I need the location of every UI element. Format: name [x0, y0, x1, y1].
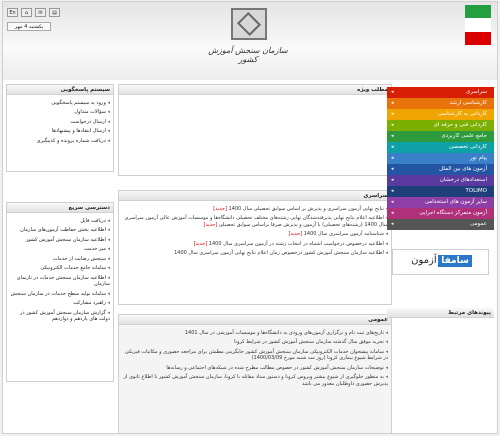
exam-menu-item[interactable]: کارشناسی ارشد [387, 98, 494, 109]
news-text: اطلاعیه درخصوص درخواست اشتباه در انتخاب … [208, 240, 384, 247]
quick-access-panel: دسترسی سریع دریافت فایلاطلاعیه بخش حفاظت… [6, 202, 114, 382]
exam-menu-item[interactable]: آزمون های بین الملل [387, 164, 494, 175]
system-item[interactable]: دریافت شماره پرونده و کدپیگیری [10, 136, 110, 146]
news-text: شناسنامه آزمون سراسری سال 1400 [303, 231, 384, 237]
news-text: اطلاعیه سازمان سنجش آموزش کشور درخصوص زم… [174, 250, 384, 256]
related-links-panel: پیوندهای مرتبط [387, 308, 494, 318]
system-item[interactable]: ورود به سیستم پاسخگویی [10, 98, 110, 108]
news-item[interactable]: شناسنامه آزمون سراسری سال 1400 [جدید] [122, 230, 388, 240]
iran-flag-icon [465, 5, 491, 45]
exam-menu: سراسریکارشناسی ارشدکاردانی به کارشناسیکا… [387, 87, 494, 230]
system-item[interactable]: ارسال درخواست [10, 117, 110, 127]
general-news-list: تاریخ‌های ثبت نام و برگزاری آزمون‌های ور… [119, 325, 391, 392]
new-badge: [جدید] [213, 205, 227, 212]
mail-icon[interactable]: ✉ [35, 8, 46, 17]
saamfa-banner[interactable]: آزمون سامفا [392, 249, 489, 275]
page-frame: En ⌂ ✉ ▤ یکشنبه 4 مهر سازمان سنجش آموزش … [2, 1, 498, 434]
exam-menu-item[interactable]: TOLIMO [387, 186, 494, 197]
news-item[interactable]: اطلاعیه سازمان سنجش آموزش کشور درخصوص زم… [122, 249, 388, 259]
exam-menu-item[interactable]: جامع علمی کاربردی [387, 131, 494, 142]
news-text: به منظور جلوگیری از شیوع بیشتر ویروس کرو… [123, 374, 388, 387]
new-badge: [جدید] [288, 231, 303, 237]
news-text: تجربه موفق سال گذشته سازمان سنجش آموزش ک… [234, 339, 384, 345]
featured-panel: مطلب ویژه [118, 84, 392, 176]
header-tools: En ⌂ ✉ ▤ [7, 8, 60, 17]
exam-menu-item[interactable]: سراسری [387, 87, 494, 98]
quick-access-item[interactable]: سنجش رضایت از خدمات [10, 254, 110, 264]
new-badge: [جدید] [193, 240, 208, 247]
news-item[interactable]: سامانه پیشخوان خدمات الکترونیکی سازمان س… [122, 347, 388, 363]
quick-access-item[interactable]: راهبرد مشارکت [10, 299, 110, 309]
exam-menu-item[interactable]: پیام نور [387, 153, 494, 164]
news-item[interactable]: اطلاعیه اعلام نتایج نهایی پذیرفته‌شدگان … [122, 214, 388, 230]
exam-menu-item[interactable]: کاردانی تخصصی [387, 142, 494, 153]
news-text: نتایج نهایی آزمون سراسری و پذیرش بر اساس… [228, 205, 384, 212]
saamfa-logo: سامفا [438, 255, 472, 267]
quick-access-list: دریافت فایلاطلاعیه بخش حفاظت آزمون‌های س… [7, 213, 113, 327]
org-logo[interactable] [231, 8, 267, 40]
site-header: En ⌂ ✉ ▤ یکشنبه 4 مهر سازمان سنجش آموزش … [3, 2, 497, 80]
featured-title: مطلب ویژه [119, 85, 391, 95]
quick-access-item[interactable]: اطلاعیه بخش حفاظت آزمون‌های سازمان [10, 226, 110, 236]
system-list: ورود به سیستم پاسخگوییسؤالات متداولارسال… [7, 95, 113, 149]
exam-menu-item[interactable]: آزمون متمرکز دستگاه اجرایی [387, 208, 494, 219]
news-item[interactable]: اطلاعیه درخصوص درخواست اشتباه در انتخاب … [122, 239, 388, 249]
exam-menu-item[interactable]: کاردانی به کارشناسی [387, 109, 494, 120]
saamfa-prefix: آزمون [411, 255, 437, 266]
news-text: تاریخ‌های ثبت نام و برگزاری آزمون‌های ور… [184, 329, 384, 336]
system-panel-title: سیستم پاسخگویی [7, 85, 113, 95]
sarasari-panel: سراسری نتایج نهایی آزمون سراسری و پذیرش … [118, 190, 392, 305]
quick-access-item[interactable]: سامانه تولید سطح خدمات در سازمان سنجش [10, 289, 110, 299]
general-panel: عمومی تاریخ‌های ثبت نام و برگزاری آزمون‌… [118, 314, 392, 433]
news-item[interactable]: تجربه موفق سال گذشته سازمان سنجش آموزش ک… [122, 338, 388, 348]
quick-access-item[interactable]: دریافت فایل [10, 216, 110, 226]
news-item[interactable]: به منظور جلوگیری از شیوع بیشتر ویروس کرو… [122, 373, 388, 389]
new-badge: [جدید] [203, 221, 218, 228]
news-item[interactable]: نتایج نهایی آزمون سراسری و پذیرش بر اساس… [122, 204, 388, 214]
home-icon[interactable]: ⌂ [21, 8, 32, 17]
news-text: اطلاعیه اعلام نتایج نهایی پذیرفته‌شدگان … [124, 215, 388, 228]
news-text: توضیحات سازمان سنجش آموزش کشور در خصوص م… [166, 364, 384, 371]
exam-menu-item[interactable]: عمومی [387, 219, 494, 230]
date-display: یکشنبه 4 مهر [7, 22, 51, 31]
quick-access-item[interactable]: اطلاعیه سازمان سنجش آموزش کشور [10, 235, 110, 245]
exam-menu-item[interactable]: استعدادهای درخشان [387, 175, 494, 186]
news-item[interactable]: تاریخ‌های ثبت نام و برگزاری آزمون‌های ور… [122, 328, 388, 338]
system-item[interactable]: سؤالات متداول [10, 108, 110, 118]
exam-menu-item[interactable]: سایر آزمون های استخدامی [387, 197, 494, 208]
language-toggle[interactable]: En [7, 8, 18, 17]
general-title: عمومی [119, 315, 391, 325]
org-name: سازمان سنجش آموزش کشور [208, 46, 288, 64]
quick-access-item[interactable]: میز خدمت [10, 245, 110, 255]
system-panel: سیستم پاسخگویی ورود به سیستم پاسخگوییسؤا… [6, 84, 114, 172]
quick-access-title: دسترسی سریع [7, 203, 113, 213]
news-text: سامانه پیشخوان خدمات الکترونیکی سازمان س… [124, 348, 388, 362]
system-item[interactable]: ارسال انتقادها و پیشنهادها [10, 127, 110, 137]
left-column: سیستم پاسخگویی ورود به سیستم پاسخگوییسؤا… [6, 84, 114, 382]
sarasari-news-list: نتایج نهایی آزمون سراسری و پذیرش بر اساس… [119, 201, 391, 261]
quick-access-item[interactable]: گزارش سازمان سنجش آموزش کشور در دولت های… [10, 308, 110, 324]
quick-access-item[interactable]: سامانه جامع خدمات الکترونیکی [10, 264, 110, 274]
sarasari-title: سراسری [119, 191, 391, 201]
related-links-title: پیوندهای مرتبط [387, 308, 494, 318]
exam-menu-item[interactable]: کاردانی فنی و حرفه ای [387, 120, 494, 131]
quick-access-item[interactable]: اطلاعیه سازمان سنجش خدمات در تارنمای ساز… [10, 273, 110, 289]
sitemap-icon[interactable]: ▤ [49, 8, 60, 17]
news-item[interactable]: توضیحات سازمان سنجش آموزش کشور در خصوص م… [122, 363, 388, 373]
